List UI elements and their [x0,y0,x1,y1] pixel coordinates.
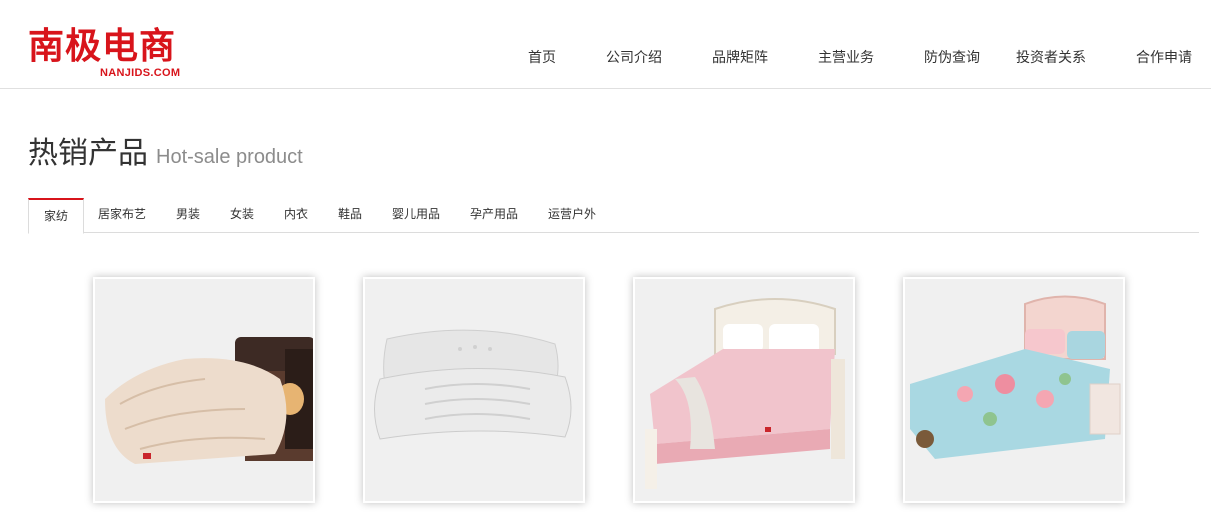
nav-item-cooperation[interactable]: 合作申请 [1136,47,1192,67]
comforter-image [95,279,313,501]
product-card-floral-bedding[interactable] [903,277,1125,503]
tab-shoes[interactable]: 鞋品 [338,198,362,233]
tab-outdoor[interactable]: 运营户外 [548,198,596,233]
tab-womenswear[interactable]: 女装 [230,198,254,233]
product-card-pillows[interactable] [363,277,585,503]
nav-item-business[interactable]: 主营业务 [818,47,874,67]
logo-text-en: NANJIDS.COM [100,67,181,79]
pink-mattress-image [635,279,853,501]
floral-bedding-image [905,279,1123,501]
tab-home-textile[interactable]: 家纺 [28,198,84,234]
product-card-comforter[interactable] [93,277,315,503]
tab-maternity[interactable]: 孕产用品 [470,198,518,233]
section-title: 热销产品 Hot-sale product [28,128,303,172]
category-tabs: 家纺 居家布艺 男装 女装 内衣 鞋品 婴儿用品 孕产用品 运营户外 [28,198,1199,234]
nav-item-brands[interactable]: 品牌矩阵 [712,47,768,67]
nav-item-company[interactable]: 公司介绍 [606,47,662,67]
nav-item-investors[interactable]: 投资者关系 [1016,47,1086,67]
product-grid [0,277,1211,513]
section-title-en: Hot-sale product [156,146,303,168]
main-nav: 首页 公司介绍 品牌矩阵 主营业务 防伪查询 投资者关系 合作申请 [0,47,1211,67]
nav-item-home[interactable]: 首页 [528,47,556,67]
tab-underwear[interactable]: 内衣 [284,198,308,233]
site-header: 南极电商 NANJIDS.COM 首页 公司介绍 品牌矩阵 主营业务 防伪查询 … [0,0,1211,89]
tab-home-fabric[interactable]: 居家布艺 [98,198,146,233]
nav-item-anti-counterfeit[interactable]: 防伪查询 [924,47,980,67]
tab-menswear[interactable]: 男装 [176,198,200,233]
tab-baby[interactable]: 婴儿用品 [392,198,440,233]
section-title-cn: 热销产品 [28,136,148,171]
product-card-pink-mattress[interactable] [633,277,855,503]
pillows-image [365,279,583,501]
